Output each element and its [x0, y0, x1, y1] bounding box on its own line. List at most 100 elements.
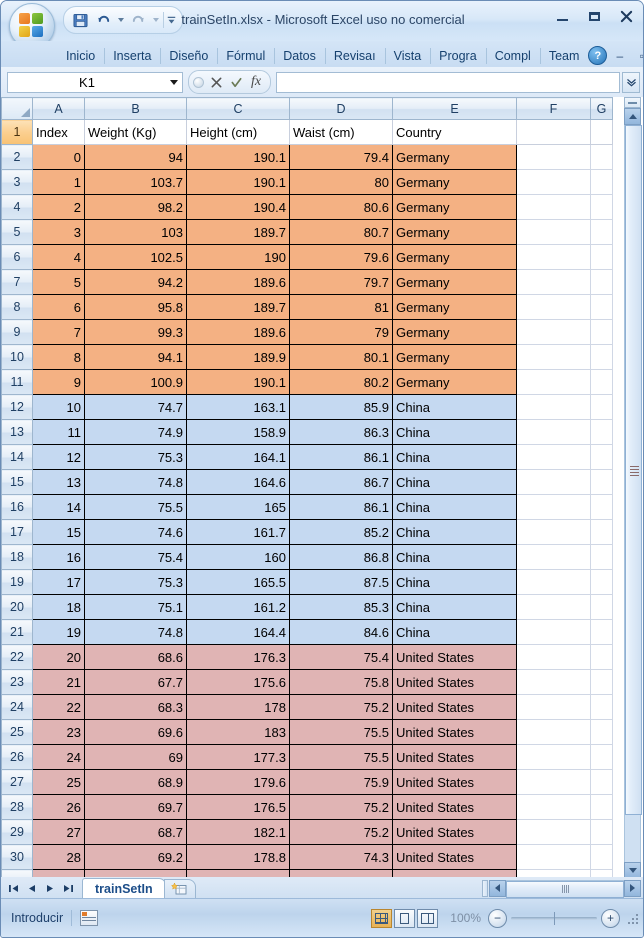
accept-entry-icon[interactable] — [228, 74, 244, 90]
sheet-tab-trainsetin[interactable]: trainSetIn — [82, 877, 166, 899]
cell-E29[interactable]: United States — [392, 819, 517, 845]
undo-icon[interactable] — [93, 10, 113, 30]
horizontal-split-handle[interactable] — [482, 879, 488, 897]
cell-B22[interactable]: 68.6 — [84, 644, 187, 670]
cell-F23[interactable] — [516, 669, 591, 695]
cell-C27[interactable]: 179.6 — [186, 769, 290, 795]
cell-C23[interactable]: 175.6 — [186, 669, 290, 695]
cell-F17[interactable] — [516, 519, 591, 545]
cell-E13[interactable]: China — [392, 419, 517, 445]
zoom-out-button[interactable]: − — [488, 908, 507, 928]
cell-E21[interactable]: China — [392, 619, 517, 645]
tab-insertar[interactable]: Inserta — [104, 45, 160, 67]
cell-F20[interactable] — [516, 594, 591, 620]
cell-E17[interactable]: China — [392, 519, 517, 545]
cell-B15[interactable]: 74.8 — [84, 469, 187, 495]
cell-C16[interactable]: 165 — [186, 494, 290, 520]
scroll-up-button[interactable] — [624, 108, 641, 125]
cell-B21[interactable]: 74.8 — [84, 619, 187, 645]
cell-B26[interactable]: 69 — [84, 744, 187, 770]
cell-F18[interactable] — [516, 544, 591, 570]
first-sheet-icon[interactable] — [5, 880, 22, 897]
cell-D9[interactable]: 79 — [289, 319, 393, 345]
horizontal-scroll-thumb[interactable] — [506, 880, 624, 898]
row-header-19[interactable]: 19 — [1, 569, 33, 595]
cell-F12[interactable] — [516, 394, 591, 420]
cell-D15[interactable]: 86.7 — [289, 469, 393, 495]
cell-C13[interactable]: 158.9 — [186, 419, 290, 445]
cell-E25[interactable]: United States — [392, 719, 517, 745]
cell-C4[interactable]: 190.4 — [186, 194, 290, 220]
column-header-d[interactable]: D — [289, 97, 393, 120]
cell-E7[interactable]: Germany — [392, 269, 517, 295]
tab-programador[interactable]: Progra — [430, 45, 486, 67]
cell-C14[interactable]: 164.1 — [186, 444, 290, 470]
zoom-slider[interactable] — [511, 910, 597, 927]
cell-B9[interactable]: 99.3 — [84, 319, 187, 345]
cell-A27[interactable]: 25 — [32, 769, 85, 795]
cell-G13[interactable] — [590, 419, 613, 445]
cell-C25[interactable]: 183 — [186, 719, 290, 745]
cell-D23[interactable]: 75.8 — [289, 669, 393, 695]
cell-B14[interactable]: 75.3 — [84, 444, 187, 470]
cell-D7[interactable]: 79.7 — [289, 269, 393, 295]
row-header-11[interactable]: 11 — [1, 369, 33, 395]
cell-G10[interactable] — [590, 344, 613, 370]
cell-G27[interactable] — [590, 769, 613, 795]
row-header-3[interactable]: 3 — [1, 169, 33, 195]
cell-D24[interactable]: 75.2 — [289, 694, 393, 720]
cell-A10[interactable]: 8 — [32, 344, 85, 370]
cell-A3[interactable]: 1 — [32, 169, 85, 195]
cell-E16[interactable]: China — [392, 494, 517, 520]
split-pane-handle[interactable] — [624, 97, 641, 108]
cell-F3[interactable] — [516, 169, 591, 195]
view-page-break-button[interactable] — [417, 908, 438, 928]
cell-E26[interactable]: United States — [392, 744, 517, 770]
cell-E28[interactable]: United States — [392, 794, 517, 820]
cell-B11[interactable]: 100.9 — [84, 369, 187, 395]
minimize-window-button[interactable] — [547, 5, 577, 27]
row-header-10[interactable]: 10 — [1, 344, 33, 370]
cell-D8[interactable]: 81 — [289, 294, 393, 320]
row-header-27[interactable]: 27 — [1, 769, 33, 795]
cell-F4[interactable] — [516, 194, 591, 220]
row-header-12[interactable]: 12 — [1, 394, 33, 420]
row-header-29[interactable]: 29 — [1, 819, 33, 845]
column-header-b[interactable]: B — [84, 97, 187, 120]
cell-A15[interactable]: 13 — [32, 469, 85, 495]
cell-A2[interactable]: 0 — [32, 144, 85, 170]
cell-E9[interactable]: Germany — [392, 319, 517, 345]
row-header-17[interactable]: 17 — [1, 519, 33, 545]
cell-C18[interactable]: 160 — [186, 544, 290, 570]
row-header-8[interactable]: 8 — [1, 294, 33, 320]
cell-B4[interactable]: 98.2 — [84, 194, 187, 220]
cell-B19[interactable]: 75.3 — [84, 569, 187, 595]
cell-B3[interactable]: 103.7 — [84, 169, 187, 195]
cell-D28[interactable]: 75.2 — [289, 794, 393, 820]
row-header-9[interactable]: 9 — [1, 319, 33, 345]
cell-A1[interactable]: Index — [32, 119, 85, 145]
cell-C21[interactable]: 164.4 — [186, 619, 290, 645]
cell-C7[interactable]: 189.6 — [186, 269, 290, 295]
select-all-corner[interactable] — [1, 97, 33, 120]
cell-C1[interactable]: Height (cm) — [186, 119, 290, 145]
cell-B5[interactable]: 103 — [84, 219, 187, 245]
cell-F6[interactable] — [516, 244, 591, 270]
cell-E1[interactable]: Country — [392, 119, 517, 145]
row-header-4[interactable]: 4 — [1, 194, 33, 220]
cell-A19[interactable]: 17 — [32, 569, 85, 595]
cell-B20[interactable]: 75.1 — [84, 594, 187, 620]
cell-G11[interactable] — [590, 369, 613, 395]
cell-E8[interactable]: Germany — [392, 294, 517, 320]
cell-A8[interactable]: 6 — [32, 294, 85, 320]
cell-E24[interactable]: United States — [392, 694, 517, 720]
tab-formulas[interactable]: Fórmul — [217, 45, 274, 67]
close-window-button[interactable] — [611, 5, 641, 27]
cell-E14[interactable]: China — [392, 444, 517, 470]
cell-B6[interactable]: 102.5 — [84, 244, 187, 270]
zoom-level-label[interactable]: 100% — [441, 911, 481, 925]
spreadsheet-grid[interactable]: A B C D E F G 1 Index Weight (Kg) Height (cm) Wais… — [1, 97, 643, 879]
cell-G25[interactable] — [590, 719, 613, 745]
cell-G9[interactable] — [590, 319, 613, 345]
cell-A29[interactable]: 27 — [32, 819, 85, 845]
